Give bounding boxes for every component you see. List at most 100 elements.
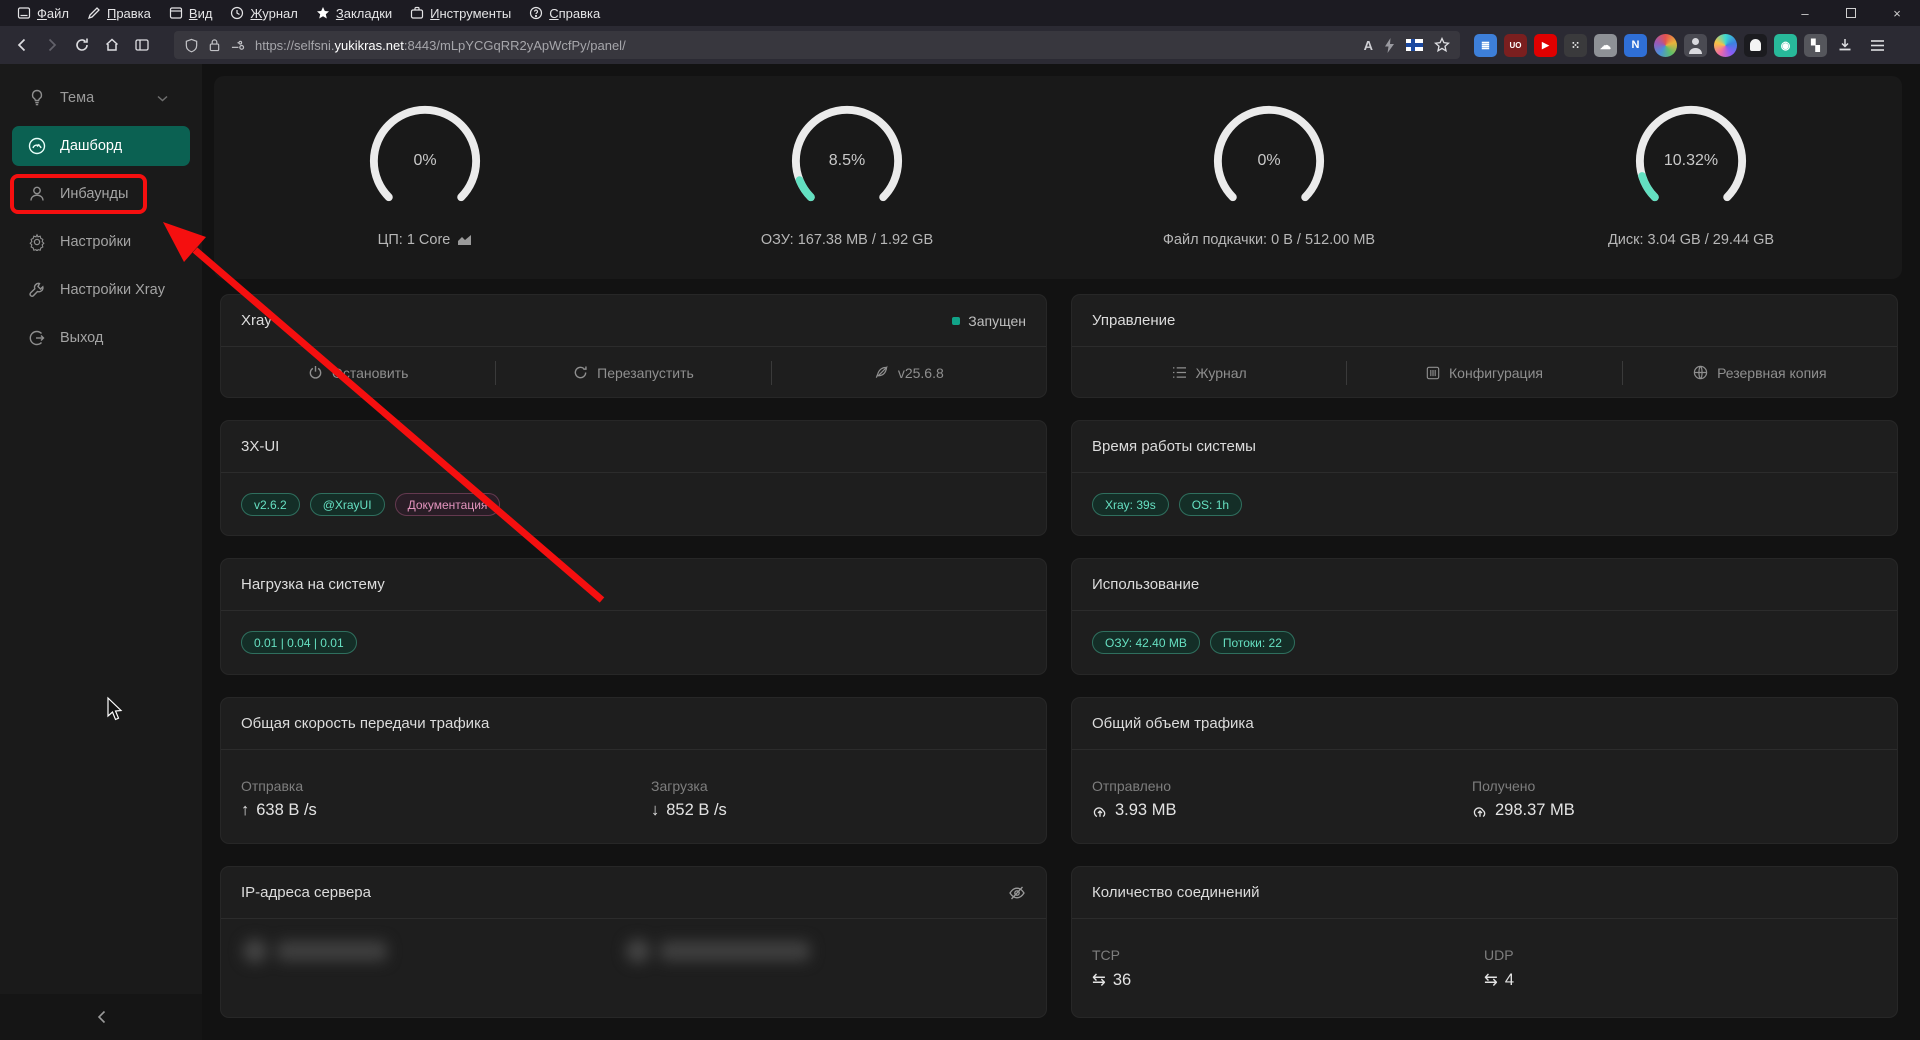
lock-icon: [208, 38, 221, 52]
youtube-extension-icon[interactable]: ▶: [1534, 34, 1557, 57]
sidebar-item-inbounds-label: Инбаунды: [60, 186, 128, 202]
swap-gauge-percent: 0%: [1210, 102, 1328, 220]
server-ips-card: IP-адреса сервера: [220, 866, 1047, 1018]
ram-gauge: 8.5% ОЗУ: 167.38 MB / 1.92 GB: [636, 76, 1058, 279]
permissions-icon: [230, 39, 245, 52]
menu-view-label: Вид: [189, 6, 213, 21]
hamburger-icon: [1870, 39, 1885, 52]
browser-toolbar: https://selfsni.yukikras.net:8443/mLpYCG…: [0, 26, 1920, 64]
ghost-extension-icon[interactable]: [1744, 34, 1767, 57]
cpu-gauge-percent: 0%: [366, 102, 484, 220]
xui-version-badge[interactable]: v2.6.2: [241, 493, 300, 516]
shield-icon: [184, 38, 199, 53]
url-bar[interactable]: https://selfsni.yukikras.net:8443/mLpYCG…: [174, 31, 1460, 59]
stop-xray-button[interactable]: Остановить: [221, 347, 495, 398]
cpu-chart-icon[interactable]: [457, 234, 472, 246]
log-button[interactable]: Журнал: [1072, 347, 1346, 398]
finland-flag-icon[interactable]: [1406, 39, 1423, 51]
history-menu-icon: [230, 6, 244, 20]
menu-bookmarks-label: Закладки: [336, 6, 392, 21]
eye-slash-icon: [1008, 885, 1026, 901]
swap-gauge-label: Файл подкачки: 0 B / 512.00 MB: [1163, 232, 1375, 248]
translate-icon[interactable]: A: [1364, 38, 1373, 53]
xray-status: Запущен: [952, 313, 1026, 329]
sidebar-toggle-button[interactable]: [128, 31, 156, 59]
app-menu-button[interactable]: [1863, 31, 1891, 59]
menu-edit[interactable]: Правка: [78, 0, 160, 26]
feather-icon: [874, 365, 889, 380]
bulb-icon: [28, 89, 46, 107]
menu-file[interactable]: Файл: [8, 0, 78, 26]
ram-gauge-label: ОЗУ: 167.38 MB / 1.92 GB: [761, 232, 933, 248]
rainbow-extension-icon[interactable]: [1654, 34, 1677, 57]
swap-arrows-icon: ⇆: [1092, 970, 1106, 990]
sidebar-item-settings[interactable]: Настройки: [0, 222, 190, 262]
back-button[interactable]: [8, 31, 36, 59]
sent-volume: Отправлено 3.93 MB: [1092, 778, 1176, 820]
puzzle-extension-icon[interactable]: ▚: [1804, 34, 1827, 57]
system-gauges-panel: 0% ЦП: 1 Core 8.5% ОЗУ: 167.38 MB / 1.92…: [214, 76, 1902, 279]
ips-card-title: IP-адреса сервера: [241, 884, 371, 901]
ublock-extension-icon[interactable]: UO: [1504, 34, 1527, 57]
dice-extension-icon[interactable]: ⁙: [1564, 34, 1587, 57]
toggle-ip-visibility-button[interactable]: [1008, 885, 1026, 901]
xrayui-badge[interactable]: @XrayUI: [310, 493, 385, 516]
sidebar-item-xray-settings[interactable]: Настройки Xray: [0, 270, 190, 310]
minimize-button[interactable]: –: [1782, 0, 1828, 26]
ram-gauge-percent: 8.5%: [788, 102, 906, 220]
maximize-button[interactable]: [1828, 0, 1874, 26]
reload-button[interactable]: [68, 31, 96, 59]
lightning-icon[interactable]: [1384, 38, 1395, 53]
menu-view[interactable]: Вид: [160, 0, 222, 26]
config-icon: [1426, 366, 1440, 380]
reload-icon: [74, 37, 90, 53]
menu-tools[interactable]: Инструменты: [401, 0, 520, 26]
menu-history[interactable]: Журнал: [221, 0, 306, 26]
forward-icon: [44, 37, 60, 53]
color-wheel-extension-icon[interactable]: [1714, 34, 1737, 57]
download-speed: Загрузка ↓ 852 B /s: [651, 778, 727, 820]
xui-card-title: 3X-UI: [241, 438, 279, 455]
uptime-card-title: Время работы системы: [1092, 438, 1256, 455]
profile-extension-icon[interactable]: [1684, 34, 1707, 57]
camera-extension-icon[interactable]: ◉: [1774, 34, 1797, 57]
help-menu-icon: [529, 6, 543, 20]
cloud-extension-icon[interactable]: ☁: [1594, 34, 1617, 57]
threads-badge: Потоки: 22: [1210, 631, 1295, 654]
volume-card-title: Общий объем трафика: [1092, 715, 1254, 732]
load-card: Нагрузка на систему 0.01 | 0.04 | 0.01: [220, 558, 1047, 675]
home-button[interactable]: [98, 31, 126, 59]
url-suffix: :8443/mLpYCGqRR2yApWcfPy/panel/: [404, 38, 626, 53]
sidebar-item-theme[interactable]: Тема: [0, 78, 190, 118]
sidebar-item-theme-label: Тема: [60, 90, 94, 106]
forward-button[interactable]: [38, 31, 66, 59]
menu-help[interactable]: Справка: [520, 0, 609, 26]
config-button[interactable]: Конфигурация: [1347, 347, 1621, 398]
swap-gauge: 0% Файл подкачки: 0 B / 512.00 MB: [1058, 76, 1480, 279]
xray-uptime-badge: Xray: 39s: [1092, 493, 1169, 516]
extensions-row: ≣ UO ▶ ⁙ ☁ N ◉ ▚: [1474, 34, 1827, 57]
list-icon: [1172, 366, 1187, 379]
sidebar-item-dashboard[interactable]: Дашборд: [12, 126, 190, 166]
downloads-button[interactable]: [1831, 31, 1859, 59]
restart-xray-button[interactable]: Перезапустить: [496, 347, 770, 398]
os-uptime-badge: OS: 1h: [1179, 493, 1242, 516]
download-icon: [1837, 37, 1853, 53]
notes-extension-icon[interactable]: ≣: [1474, 34, 1497, 57]
swap-arrows-icon: ⇆: [1484, 970, 1498, 990]
cards-grid: Xray Запущен Остановить Перезапустить: [220, 294, 1898, 1018]
close-button[interactable]: ×: [1874, 0, 1920, 26]
documentation-badge[interactable]: Документация: [395, 493, 501, 516]
xray-version-button[interactable]: v25.6.8: [772, 347, 1046, 398]
sidebar-item-inbounds[interactable]: Инбаунды: [0, 174, 190, 214]
backup-button[interactable]: Резервная копия: [1623, 347, 1897, 398]
blue-app-extension-icon[interactable]: N: [1624, 34, 1647, 57]
url-domain: yukikras.net: [334, 38, 403, 53]
bookmark-star-icon[interactable]: [1434, 37, 1450, 53]
sidebar-collapse-button[interactable]: [0, 994, 202, 1040]
menu-help-label: Справка: [549, 6, 600, 21]
sidebar-item-logout[interactable]: Выход: [0, 318, 190, 358]
tools-menu-icon: [410, 6, 424, 20]
menu-bookmarks[interactable]: Закладки: [307, 0, 401, 26]
cloud-upload-icon: [1092, 803, 1108, 819]
